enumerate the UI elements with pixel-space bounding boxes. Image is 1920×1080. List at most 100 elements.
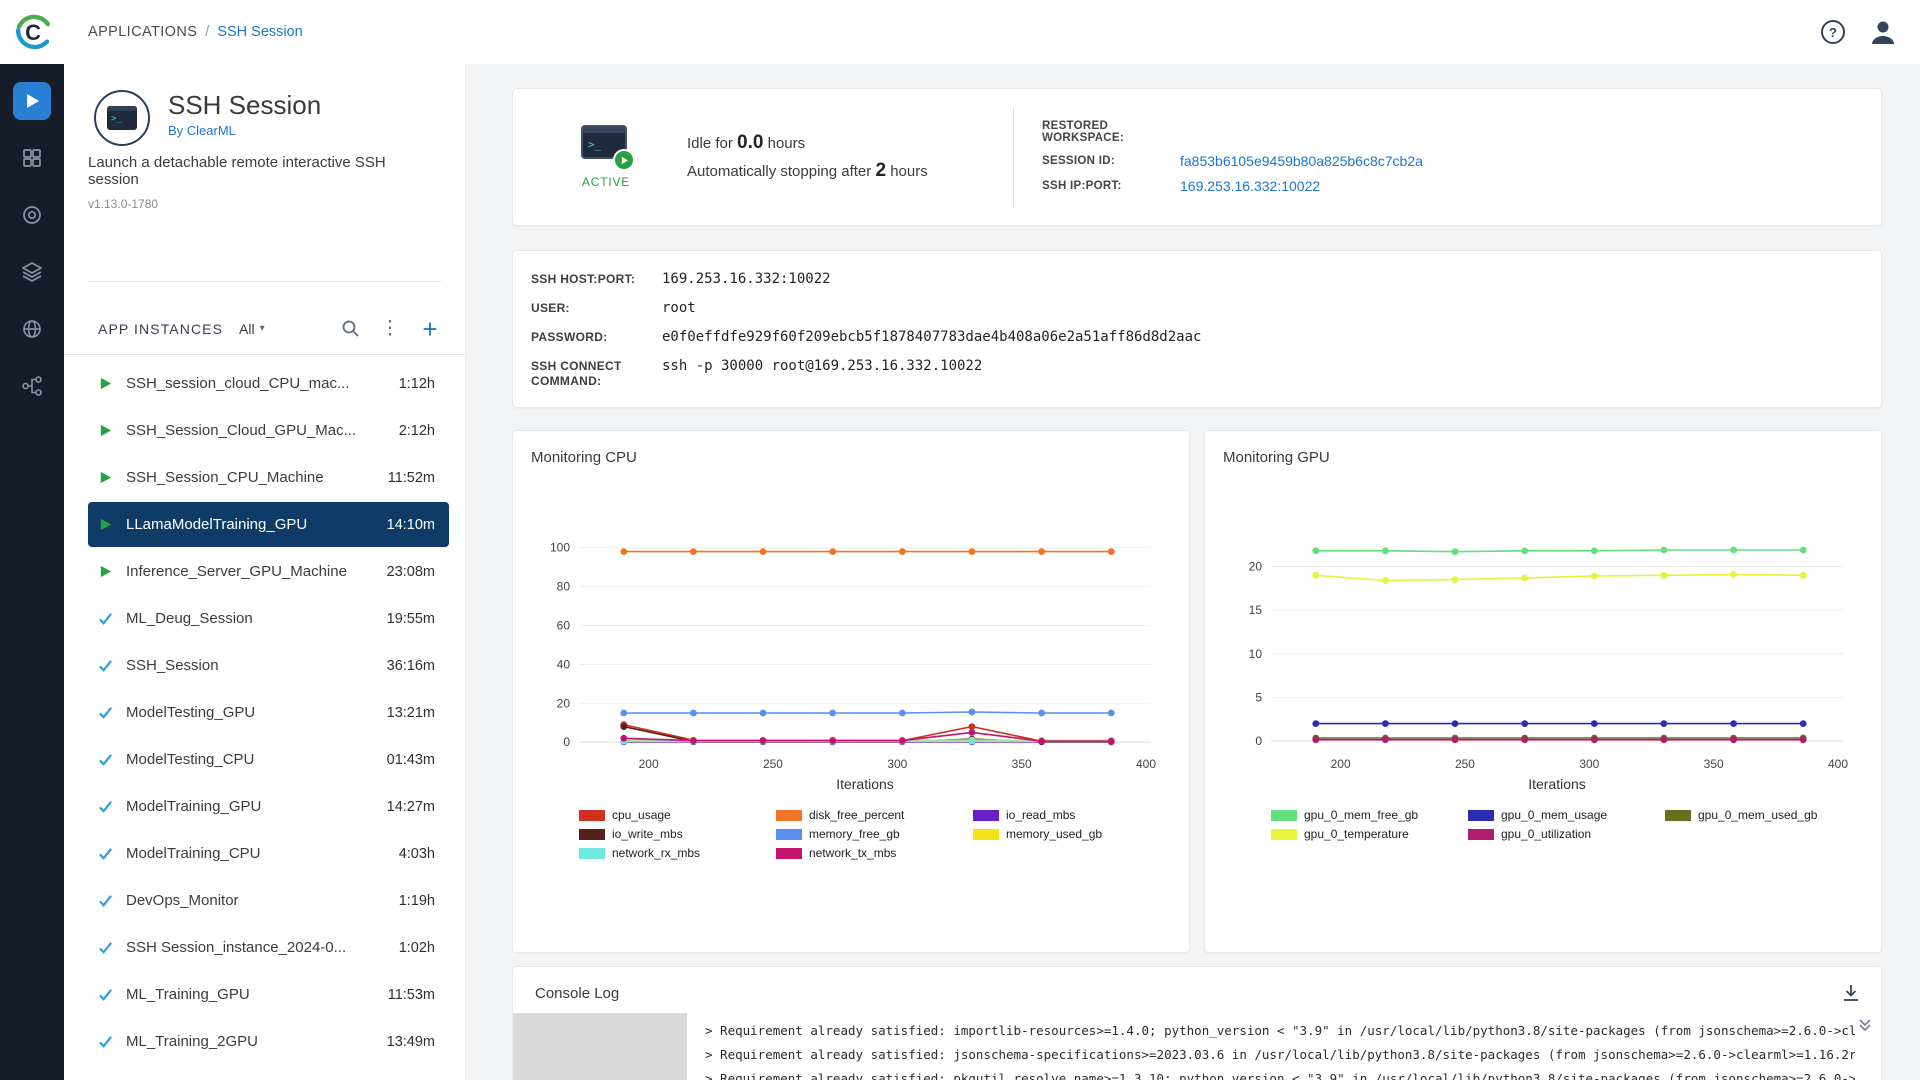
rail-item-orchestration[interactable]	[13, 310, 51, 348]
app-author-link[interactable]: By ClearML	[168, 123, 321, 138]
legend-label: gpu_0_mem_usage	[1501, 808, 1607, 822]
kebab-menu-icon: ⋮	[381, 317, 400, 340]
list-item[interactable]: SSH_Session_CPU_Machine11:52m	[88, 455, 449, 500]
detail-label: USER:	[531, 300, 662, 316]
legend-item: disk_free_percent	[776, 808, 973, 822]
list-item[interactable]: ML_Training_GPU11:53m	[88, 972, 449, 1017]
legend-label: disk_free_percent	[809, 808, 904, 822]
applications-icon	[22, 91, 42, 111]
clearml-logo-icon[interactable]: C	[12, 11, 54, 53]
list-item[interactable]: Inference_Server_GPU_Machine23:08m	[88, 549, 449, 594]
legend-label: memory_free_gb	[809, 827, 900, 841]
terminal-session-icon: >_	[581, 125, 631, 165]
svg-text:15: 15	[1249, 603, 1263, 617]
restored-workspace-label: RESTORED WORKSPACE:	[1042, 120, 1162, 144]
running-play-icon	[98, 564, 113, 579]
svg-text:80: 80	[557, 580, 571, 594]
list-item[interactable]: ModelTraining_CPU4:03h	[88, 831, 449, 876]
breadcrumb-current-page[interactable]: SSH Session	[217, 24, 302, 40]
legend-item: cpu_usage	[579, 808, 776, 822]
session-id-label: SESSION ID:	[1042, 155, 1162, 167]
rail-item-applications[interactable]	[13, 82, 51, 120]
svg-text:Iterations: Iterations	[1528, 776, 1586, 792]
rail-item-pipelines[interactable]	[13, 367, 51, 405]
instance-name: SSH Session_instance_2024-0...	[126, 939, 399, 956]
list-item[interactable]: ModelTesting_CPU01:43m	[88, 737, 449, 782]
cpu-chart-title: Monitoring CPU	[513, 431, 1189, 466]
session-status-card: >_ ACTIVE Idle for 0.0 hours Automatical…	[512, 88, 1882, 226]
list-item[interactable]: ML_Training_2GPU13:49m	[88, 1019, 449, 1064]
svg-text:400: 400	[1136, 757, 1156, 771]
search-icon	[341, 319, 360, 338]
legend-label: io_read_mbs	[1006, 808, 1075, 822]
jump-to-end-icon[interactable]	[1857, 1017, 1873, 1033]
svg-text:350: 350	[1704, 757, 1724, 771]
instance-name: DevOps_Monitor	[126, 892, 399, 909]
svg-text:350: 350	[1012, 757, 1032, 771]
detail-value: ssh -p 30000 root@169.253.16.332.10022	[662, 358, 982, 389]
instance-runtime: 14:10m	[387, 517, 435, 533]
list-item[interactable]: ML_Testing_GPU32:12m	[88, 1066, 449, 1080]
rail-item-hyper-datasets[interactable]	[13, 253, 51, 291]
projects-icon	[21, 147, 43, 169]
legend-item: network_rx_mbs	[579, 846, 776, 860]
list-item[interactable]: SSH Session_instance_2024-0...1:02h	[88, 925, 449, 970]
legend-item: memory_free_gb	[776, 827, 973, 841]
instance-name: ModelTraining_CPU	[126, 845, 399, 862]
list-item[interactable]: SSH_Session36:16m	[88, 643, 449, 688]
download-icon[interactable]	[1841, 983, 1861, 1003]
legend-swatch	[579, 829, 605, 840]
breadcrumb-separator: /	[205, 24, 209, 40]
instance-name: ML_Training_GPU	[126, 986, 388, 1003]
restored-workspace-info: RESTORED WORKSPACE: SESSION ID: fa853b61…	[1042, 120, 1423, 194]
main-content: >_ ACTIVE Idle for 0.0 hours Automatical…	[466, 64, 1920, 1080]
list-item[interactable]: ModelTraining_GPU14:27m	[88, 784, 449, 829]
console-log-area[interactable]: > Requirement already satisfied: importl…	[513, 1013, 1881, 1080]
instances-filter-dropdown[interactable]: All ▾	[239, 321, 265, 337]
legend-swatch	[1271, 810, 1297, 821]
breadcrumb: APPLICATIONS / SSH Session	[88, 0, 303, 64]
ssh-details-card: SSH HOST:PORT:169.253.16.332:10022USER:r…	[512, 250, 1882, 408]
list-item[interactable]: SSH_session_cloud_CPU_mac...1:12h	[88, 361, 449, 406]
list-item[interactable]: DevOps_Monitor1:19h	[88, 878, 449, 923]
list-item[interactable]: ModelTesting_GPU13:21m	[88, 690, 449, 735]
list-item[interactable]: SSH_Session_Cloud_GPU_Mac...2:12h	[88, 408, 449, 453]
svg-text:40: 40	[557, 657, 571, 671]
monitoring-cpu-card: Monitoring CPU 0204060801002002503003504…	[512, 430, 1190, 953]
gpu-chart: 05101520200250300350400Iterations	[1217, 524, 1863, 794]
gpu-chart-title: Monitoring GPU	[1205, 431, 1881, 466]
svg-text:10: 10	[1249, 647, 1263, 661]
plus-icon: +	[422, 318, 437, 340]
breadcrumb-applications[interactable]: APPLICATIONS	[88, 24, 197, 40]
legend-swatch	[1468, 829, 1494, 840]
legend-swatch	[1271, 829, 1297, 840]
help-icon[interactable]: ?	[1820, 19, 1846, 45]
detail-label: SSH CONNECT COMMAND:	[531, 358, 662, 389]
completed-check-icon	[98, 1034, 113, 1049]
user-avatar-icon[interactable]	[1868, 17, 1898, 47]
session-id-link[interactable]: fa853b6105e9459b80a825b6c8c7cb2a	[1180, 153, 1423, 169]
launch-new-instance-button[interactable]: +	[417, 316, 443, 342]
instance-name: SSH_Session_Cloud_GPU_Mac...	[126, 422, 399, 439]
console-log-line: > Requirement already satisfied: jsonsch…	[705, 1043, 1855, 1067]
running-badge-icon	[613, 149, 635, 171]
legend-label: memory_used_gb	[1006, 827, 1102, 841]
instance-name: Inference_Server_GPU_Machine	[126, 563, 387, 580]
svg-text:5: 5	[1255, 690, 1262, 704]
rail-item-datasets[interactable]	[13, 196, 51, 234]
instance-runtime: 1:19h	[399, 893, 435, 909]
ssh-ip-port-label: SSH IP:PORT:	[1042, 180, 1162, 192]
instance-runtime: 11:53m	[388, 987, 435, 1003]
top-bar: C APPLICATIONS / SSH Session ?	[0, 0, 1920, 64]
detail-row: USER:root	[531, 300, 1861, 316]
svg-text:60: 60	[557, 618, 571, 632]
rail-item-projects[interactable]	[13, 139, 51, 177]
detail-label: SSH HOST:PORT:	[531, 271, 662, 287]
app-description: Launch a detachable remote interactive S…	[64, 146, 465, 188]
ssh-ip-port-link[interactable]: 169.253.16.332:10022	[1180, 178, 1423, 194]
list-item[interactable]: LLamaModelTraining_GPU14:10m	[88, 502, 449, 547]
list-item[interactable]: ML_Deug_Session19:55m	[88, 596, 449, 641]
more-options-button[interactable]: ⋮	[377, 316, 403, 342]
svg-text:200: 200	[1331, 757, 1351, 771]
search-button[interactable]	[337, 316, 363, 342]
